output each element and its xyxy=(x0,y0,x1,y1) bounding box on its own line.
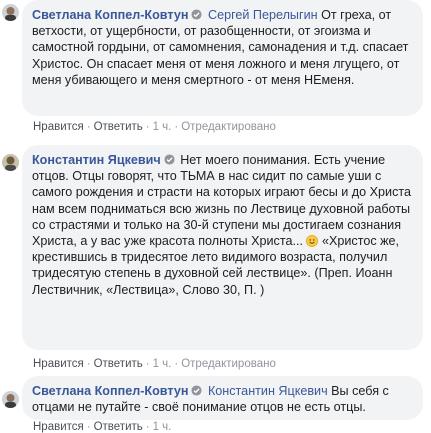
smile-emoji-icon xyxy=(306,235,319,248)
comment-bubble: Константин Яцкевич Нет моего понимания. … xyxy=(22,145,423,350)
timestamp[interactable]: 1 ч. xyxy=(153,421,172,433)
avatar[interactable] xyxy=(2,154,19,171)
avatar[interactable] xyxy=(2,4,19,21)
comment-author[interactable]: Светлана Коппел-Ковтун xyxy=(32,8,188,22)
separator: · xyxy=(86,121,91,133)
timestamp[interactable]: 1 ч. xyxy=(153,358,172,370)
like-link[interactable]: Нравится xyxy=(33,121,84,133)
comment-thread: Светлана Коппел-Ковтун Сергей Перелыгин … xyxy=(0,0,431,430)
comment-actions: Нравится · Ответить · 1 ч. · Отредактировано xyxy=(33,121,276,133)
reply-link[interactable]: Ответить xyxy=(94,121,143,133)
separator: · xyxy=(145,121,150,133)
separator: · xyxy=(86,421,91,433)
avatar-image-icon xyxy=(2,4,19,21)
comment-author[interactable]: Светлана Коппел-Ковтун xyxy=(32,384,188,398)
comment-bubble: Светлана Коппел-Ковтун Константин Яцкеви… xyxy=(22,376,423,420)
top-fan-badge-icon xyxy=(164,154,175,165)
comment-bubble: Светлана Коппел-Ковтун Сергей Перелыгин … xyxy=(22,0,423,116)
separator: · xyxy=(145,421,150,433)
like-link[interactable]: Нравится xyxy=(33,358,84,370)
comment-actions: Нравится · Ответить · 1 ч. xyxy=(33,421,171,433)
mention-link[interactable]: Сергей Перелыгин xyxy=(208,8,318,22)
edited-label[interactable]: Отредактировано xyxy=(181,358,276,370)
separator: · xyxy=(145,358,150,370)
top-fan-badge-icon xyxy=(191,385,203,396)
avatar-image-icon xyxy=(2,154,19,171)
like-link[interactable]: Нравится xyxy=(33,421,84,433)
avatar-image-icon xyxy=(2,391,19,408)
separator: · xyxy=(174,358,179,370)
comment-author[interactable]: Константин Яцкевич xyxy=(32,153,161,167)
top-fan-badge-icon xyxy=(191,9,203,20)
separator: · xyxy=(174,121,179,133)
comment-actions: Нравится · Ответить · 1 ч. · Отредактировано xyxy=(33,358,276,370)
separator: · xyxy=(86,358,91,370)
reply-link[interactable]: Ответить xyxy=(94,358,143,370)
reply-link[interactable]: Ответить xyxy=(94,421,143,433)
avatar[interactable] xyxy=(2,391,19,408)
mention-link[interactable]: Константин Яцкевич xyxy=(208,384,328,398)
edited-label[interactable]: Отредактировано xyxy=(181,121,276,133)
timestamp[interactable]: 1 ч. xyxy=(153,121,172,133)
